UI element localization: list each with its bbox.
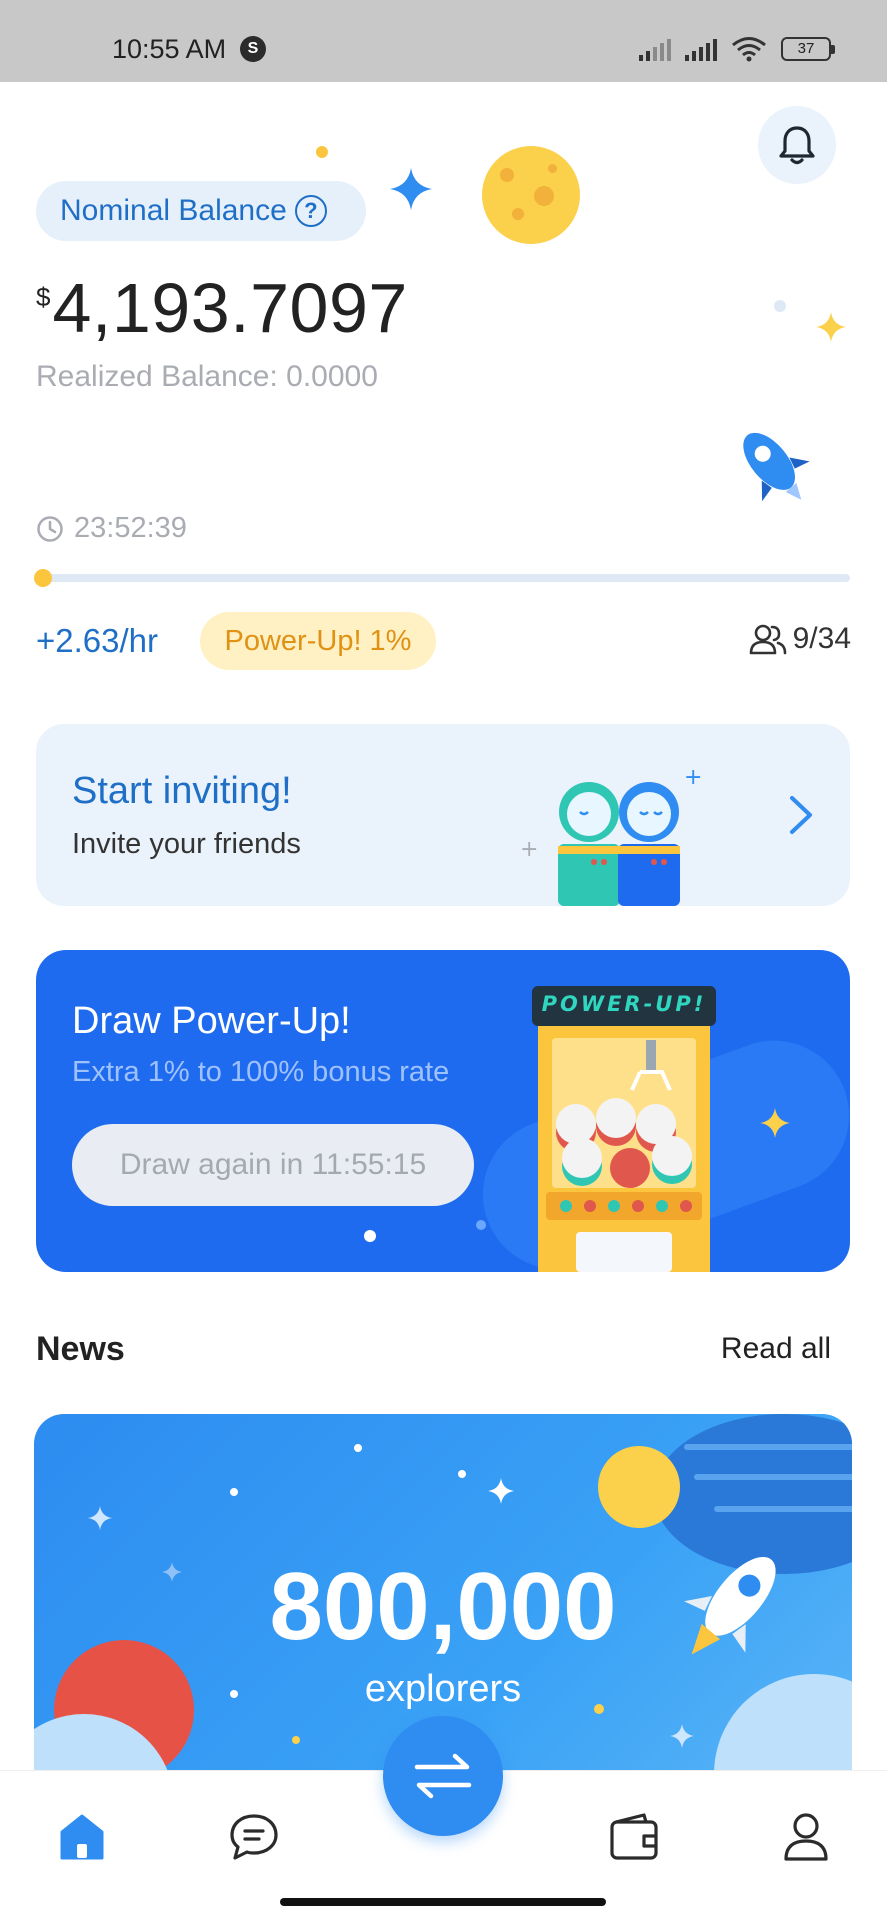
- notification-button[interactable]: [758, 106, 836, 184]
- sparkle-icon: [390, 168, 432, 210]
- balance-amount: $ 4,193.7097: [36, 268, 408, 348]
- draw-again-button[interactable]: Draw again in 11:55:15: [72, 1124, 474, 1206]
- chevron-right-icon[interactable]: [788, 794, 814, 836]
- svg-text:+: +: [520, 837, 538, 862]
- draw-title: Draw Power-Up!: [72, 1000, 351, 1042]
- nav-profile[interactable]: [776, 1807, 836, 1867]
- users-icon: [749, 624, 786, 655]
- svg-text:+: +: [684, 765, 702, 790]
- home-indicator: [280, 1898, 606, 1906]
- star-dot: [230, 1488, 238, 1496]
- wifi-icon: [732, 37, 766, 62]
- status-bar: 10:55 AM S 37: [0, 0, 887, 82]
- battery-level: 37: [797, 40, 815, 57]
- nominal-balance-label: Nominal Balance: [60, 194, 287, 227]
- profile-icon: [784, 1813, 828, 1861]
- claw-machine-label: POWER-UP!: [541, 992, 707, 1016]
- home-icon: [60, 1814, 104, 1860]
- draw-powerup-card[interactable]: Draw Power-Up! Extra 1% to 100% bonus ra…: [36, 950, 850, 1272]
- planet-stripe: [694, 1474, 852, 1480]
- bell-icon: [779, 126, 815, 165]
- friends-counter[interactable]: 9/34: [749, 622, 851, 656]
- clock-icon: [37, 515, 63, 542]
- draw-subtitle: Extra 1% to 100% bonus rate: [72, 1056, 450, 1088]
- help-icon[interactable]: ?: [294, 195, 327, 227]
- sparkle-dot: [364, 1230, 376, 1242]
- moon-icon: [482, 146, 580, 244]
- swap-icon: [414, 1753, 472, 1799]
- nominal-balance-pill[interactable]: Nominal Balance ?: [36, 181, 366, 241]
- status-time: 10:55 AM: [112, 34, 227, 64]
- news-heading: News: [36, 1330, 125, 1368]
- countdown-timer: 23:52:39: [36, 512, 187, 545]
- earning-rate: +2.63/hr: [36, 622, 159, 659]
- sparkle-dot: [476, 1220, 486, 1230]
- rocket-icon: [743, 432, 810, 502]
- status-icons: 37: [639, 36, 835, 62]
- invite-subtitle: Invite your friends: [72, 828, 301, 860]
- chat-icon: [230, 1814, 278, 1860]
- progress-knob: [34, 569, 52, 587]
- sparkle-dot: [774, 300, 786, 312]
- sim-s-icon: S: [240, 36, 266, 62]
- star-dot: [292, 1736, 300, 1744]
- planet-stripe: [714, 1506, 852, 1512]
- realized-balance: Realized Balance: 0.0000: [36, 360, 378, 393]
- powerup-badge[interactable]: Power-Up! 1%: [200, 612, 436, 670]
- claw-machine-illustration: POWER-UP!: [532, 986, 716, 1272]
- star-dot: [354, 1444, 362, 1452]
- sparkle-icon: [88, 1506, 112, 1530]
- moon-icon: [598, 1446, 680, 1528]
- banner-caption: explorers: [364, 1668, 522, 1710]
- nav-chat[interactable]: [224, 1807, 284, 1867]
- sparkle-icon: [816, 312, 846, 342]
- swap-button[interactable]: [383, 1716, 503, 1836]
- sparkle-icon: [760, 1108, 790, 1138]
- balance-value: 4,193.7097: [52, 269, 408, 347]
- invite-title: Start inviting!: [72, 770, 292, 812]
- sparkle-icon: [670, 1724, 694, 1748]
- sparkle-icon: [488, 1478, 514, 1504]
- signal-icon: [639, 37, 671, 61]
- astronauts-illustration: + +: [520, 765, 702, 906]
- star-dot: [458, 1470, 466, 1478]
- banner-number: 800,000: [269, 1553, 617, 1660]
- nav-home[interactable]: [52, 1807, 112, 1867]
- friends-count: 9/34: [792, 622, 851, 655]
- nav-wallet[interactable]: [604, 1807, 664, 1867]
- read-all-link[interactable]: Read all: [721, 1332, 831, 1366]
- invite-card[interactable]: Start inviting! Invite your friends + +: [36, 724, 850, 906]
- wallet-icon: [610, 1813, 658, 1860]
- sparkle-dot: [316, 146, 328, 158]
- currency-symbol: $: [36, 282, 51, 312]
- mining-progress-bar: [34, 569, 850, 587]
- signal-icon: [685, 37, 717, 61]
- claw-machine-icon: [532, 986, 716, 1272]
- planet-stripe: [684, 1444, 852, 1450]
- battery-icon: 37: [781, 37, 835, 61]
- timer-value: 23:52:39: [74, 512, 187, 544]
